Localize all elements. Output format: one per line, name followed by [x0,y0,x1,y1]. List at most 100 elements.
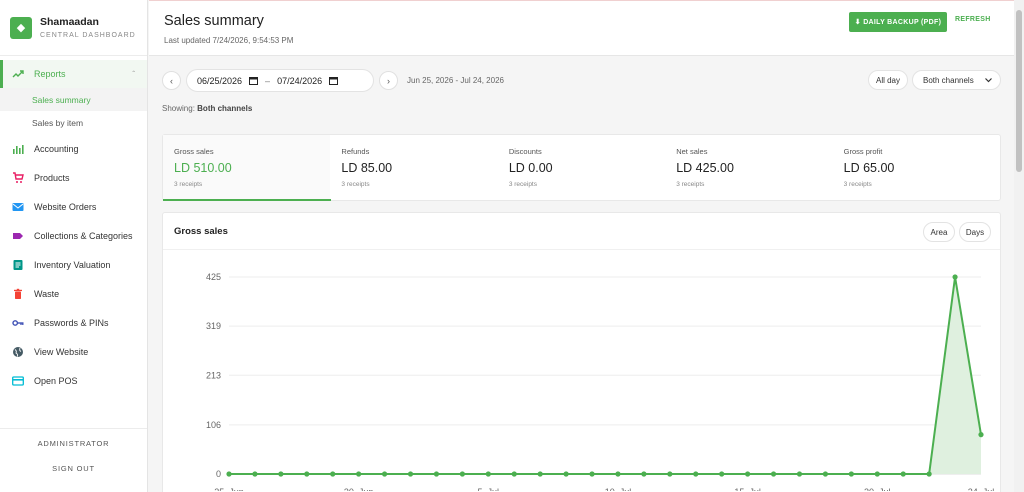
sidebar-item-label: Passwords & PINs [34,317,109,328]
page-header: Sales summary Last updated 7/24/2026, 9:… [149,0,1014,56]
y-tick-label: 0 [216,469,221,479]
sidebar-item-inventory-valuation[interactable]: Inventory Valuation [0,250,147,279]
metric-gross-profit[interactable]: Gross profit LD 65.00 3 receipts [833,135,1000,200]
sidebar-item-website-orders[interactable]: Website Orders [0,192,147,221]
y-tick-label: 425 [206,272,221,282]
x-tick-label: 30. Jun [344,487,374,491]
x-tick-label: 25. Jun [214,487,244,491]
document-icon [11,258,25,272]
start-date-value: 06/25/2026 [197,75,243,86]
date-range-text: Jun 25, 2026 - Jul 24, 2026 [407,76,504,85]
metric-label: Refunds [341,147,370,156]
brand-subtitle: CENTRAL DASHBOARD [40,32,136,39]
download-icon: ⬇ [854,19,861,26]
start-date-input[interactable]: 06/25/2026 [197,75,259,86]
metric-gross-sales[interactable]: Gross sales LD 510.00 3 receipts [163,135,332,201]
bar-chart-icon [11,142,25,156]
metric-discounts[interactable]: Discounts LD 0.00 3 receipts [498,135,665,200]
data-point [900,471,906,477]
showing-label: Showing: [162,104,195,113]
sign-out-link[interactable]: SIGN OUT [0,464,147,473]
sidebar-nav: Reports ˆ Sales summary Sales by item Ac… [0,60,147,395]
daily-backup-label: DAILY BACKUP (PDF) [863,19,942,26]
sidebar-item-label: Reports [34,69,66,79]
sidebar-item-label: Website Orders [34,201,97,212]
metric-label: Net sales [676,147,708,156]
previous-period-button[interactable]: ‹ [162,71,181,90]
scrollbar-thumb[interactable] [1016,10,1022,172]
data-point [770,471,777,477]
metric-refunds[interactable]: Refunds LD 85.00 3 receipts [330,135,497,200]
sidebar-item-label: Inventory Valuation [34,259,111,270]
sidebar-item-waste[interactable]: Waste [0,279,147,308]
sidebar-subitem-sales-by-item[interactable]: Sales by item [0,111,147,134]
sidebar-item-passwords[interactable]: Passwords & PINs [0,308,147,337]
sidebar-item-collections[interactable]: Collections & Categories [0,221,147,250]
end-date-input[interactable]: 07/24/2026 [277,76,339,86]
daily-backup-button[interactable]: ⬇ DAILY BACKUP (PDF) [849,12,947,32]
brand[interactable]: ◆ Shamaadan CENTRAL DASHBOARD [0,0,147,56]
showing-value: Both channels [197,104,253,113]
metric-label: Gross profit [843,147,883,156]
data-point [330,471,336,477]
last-updated-text: Last updated 7/24/2026, 9:54:53 PM [164,36,294,45]
sidebar-item-label: Products [34,172,70,183]
metric-net-sales[interactable]: Net sales LD 425.00 3 receipts [665,135,832,200]
sidebar-subitem-sales-summary[interactable]: Sales summary [0,88,147,111]
x-tick-label: 10. Jul [605,487,632,491]
administrator-link[interactable]: ADMINISTRATOR [0,439,147,448]
sidebar-item-reports[interactable]: Reports ˆ [0,60,147,88]
sidebar-item-label: Waste [34,288,60,299]
date-separator: – [265,75,271,86]
data-point [304,471,310,477]
data-point [407,471,414,477]
page-title: Sales summary [164,13,264,29]
data-point [667,471,673,477]
metric-label: Discounts [508,147,542,156]
chevron-left-icon: ‹ [170,75,173,86]
date-range-picker: 06/25/2026 – 07/24/2026 [186,69,374,92]
page-scrollbar[interactable] [1014,0,1024,492]
sidebar-item-open-pos[interactable]: Open POS [0,366,147,395]
data-point [796,471,803,477]
data-point [459,471,465,477]
calendar-icon[interactable] [329,76,339,85]
data-point [563,471,569,477]
refresh-button[interactable]: REFRESH [955,16,991,23]
data-point [511,471,517,477]
sidebar-item-label: Accounting [34,143,79,154]
chevron-down-icon [985,78,992,83]
sidebar-footer: ADMINISTRATOR SIGN OUT [0,428,147,492]
cart-icon [11,171,25,185]
channel-select-value: Both channels [923,75,974,85]
calendar-icon[interactable] [249,76,259,85]
sidebar-item-label: View Website [34,346,89,357]
chevron-right-icon: › [387,75,390,86]
data-point [952,274,958,280]
data-point [485,471,491,477]
sidebar-item-label: Open POS [34,375,78,386]
trash-icon [11,287,25,301]
y-tick-label: 106 [206,420,221,430]
data-point [926,471,932,477]
card-icon [11,374,25,388]
sidebar-item-accounting[interactable]: Accounting [0,134,147,163]
sidebar-item-products[interactable]: Products [0,163,147,192]
data-point [537,471,543,477]
next-period-button[interactable]: › [379,71,398,90]
data-point [589,471,595,477]
sidebar-item-view-website[interactable]: View Website [0,337,147,366]
sidebar: ◆ Shamaadan CENTRAL DASHBOARD Reports ˆ … [0,0,148,492]
metric-value: LD 510.00 [174,161,232,175]
channel-select[interactable]: Both channels [912,70,1001,90]
data-point [822,471,829,477]
metric-receipts: 3 receipts [676,181,705,188]
brand-logo-icon: ◆ [10,16,32,39]
metric-value: LD 0.00 [508,161,553,175]
metrics-panel: Gross sales LD 510.00 3 receipts Refunds… [162,134,1001,201]
data-point [745,471,751,477]
trending-up-icon [11,67,25,81]
chart-card: Gross sales Area Days 010621331942525. J… [162,212,1001,492]
metric-receipts: 3 receipts [508,181,537,188]
all-day-button[interactable]: All day [868,70,908,90]
